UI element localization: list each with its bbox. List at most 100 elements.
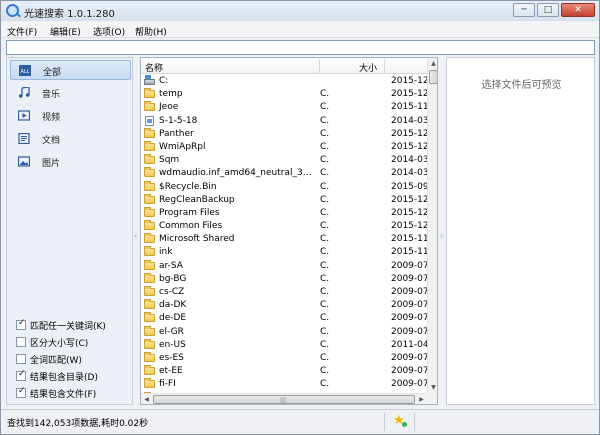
file-path: C.	[320, 300, 330, 311]
status-bar: 查找到142,053项数据,耗时0.02秒 ★	[1, 409, 599, 434]
file-date: 2015-11-...	[391, 102, 427, 113]
category-images[interactable]: 图片	[10, 152, 131, 172]
folder-icon	[144, 206, 155, 217]
table-row[interactable]: C: 2015-12-...	[141, 75, 427, 88]
scroll-left-arrow-icon[interactable]: ◀	[141, 394, 152, 404]
folder-icon	[144, 167, 155, 178]
file-name: bg-BG	[159, 273, 187, 284]
table-row[interactable]: Sqm C. 2014-03-...	[141, 154, 427, 167]
column-divider[interactable]	[384, 59, 385, 73]
file-icon	[145, 115, 154, 126]
table-row[interactable]: es-ES C. 2009-07-...	[141, 351, 427, 365]
checkbox[interactable]	[16, 369, 26, 381]
category-video[interactable]: 视频	[10, 106, 131, 126]
table-row[interactable]: el-GR C. 2009-07-...	[141, 325, 427, 339]
table-row[interactable]: S-1-5-18 C. 2014-03-...	[141, 115, 427, 128]
table-row[interactable]: da-DK C. 2009-07-...	[141, 299, 427, 312]
file-name: temp	[159, 89, 183, 100]
folder-icon	[144, 193, 155, 204]
file-name: Microsoft Shared	[159, 234, 235, 245]
option-label: 结果包含文件(F)	[30, 390, 97, 400]
close-button[interactable]: ✕	[561, 3, 595, 17]
horizontal-scroll-thumb[interactable]: |||	[153, 395, 415, 404]
table-row[interactable]: Panther C. 2015-12-...	[141, 127, 427, 141]
file-path: C.	[320, 102, 330, 113]
file-path: C.	[320, 221, 330, 232]
category-documents[interactable]: 文档	[10, 129, 131, 149]
table-row[interactable]: en-US C. 2011-04-...	[141, 338, 427, 352]
category-label: 全部	[43, 68, 62, 78]
folder-icon	[144, 351, 155, 362]
table-row[interactable]: ink C. 2015-11-...	[141, 246, 427, 259]
file-name: es-ES	[159, 352, 184, 363]
file-path: C.	[320, 339, 330, 350]
status-divider	[384, 413, 385, 431]
table-row[interactable]: cs-CZ C. 2009-07-...	[141, 286, 427, 299]
category-label: 音乐	[42, 90, 61, 100]
file-name: S-1-5-18	[159, 115, 198, 126]
category-label: 文档	[42, 136, 61, 146]
scroll-up-arrow-icon[interactable]: ▲	[428, 58, 437, 69]
minimize-button[interactable]: ─	[513, 3, 535, 17]
column-divider[interactable]	[319, 59, 320, 73]
file-path: C.	[320, 141, 330, 152]
table-row[interactable]: Program Files C. 2015-12-...	[141, 206, 427, 220]
option-label: 匹配任一关键词(K)	[30, 322, 106, 332]
checkbox[interactable]	[16, 354, 26, 364]
right-splitter-handle[interactable]: ›	[440, 231, 443, 240]
file-name: Jeoe	[159, 102, 179, 113]
file-name: RegCleanBackup	[159, 194, 235, 205]
list-header: 名称 大小	[141, 58, 427, 74]
maximize-button[interactable]: □	[537, 3, 559, 17]
column-header-size[interactable]: 大小	[359, 61, 377, 74]
folder-icon	[144, 365, 155, 376]
folder-icon	[144, 140, 155, 151]
table-row[interactable]: Microsoft Shared C. 2015-11-...	[141, 233, 427, 246]
table-row[interactable]: wdmaudio.inf_amd64_neutral_3386f4c... C. 2…	[141, 167, 427, 180]
scroll-right-arrow-icon[interactable]: ▶	[416, 394, 427, 404]
table-row[interactable]: RegCleanBackup C. 2015-12-...	[141, 193, 427, 207]
horizontal-scrollbar[interactable]: ◀ ||| ▶	[141, 393, 427, 404]
table-row[interactable]: temp C. 2015-12-...	[141, 88, 427, 101]
checkbox[interactable]	[16, 337, 26, 347]
file-path: C.	[320, 366, 330, 377]
table-row[interactable]: WmiApRpl C. 2015-12-...	[141, 140, 427, 154]
vertical-scrollbar[interactable]: ▲ ▼	[427, 58, 437, 397]
category-music[interactable]: 音乐	[10, 83, 131, 103]
file-name: wdmaudio.inf_amd64_neutral_3386f4c...	[159, 168, 314, 179]
menu-edit[interactable]: 编辑(E)	[50, 25, 81, 38]
menu-options[interactable]: 选项(O)	[93, 25, 125, 38]
menu-file[interactable]: 文件(F)	[7, 25, 37, 38]
table-row[interactable]: Jeoe C. 2015-11-...	[141, 101, 427, 114]
window-title: 光速搜索 1.0.1.280	[24, 9, 115, 20]
folder-icon	[144, 259, 155, 270]
table-row[interactable]: ar-SA C. 2009-07-...	[141, 259, 427, 273]
scrollbar-corner	[427, 393, 437, 404]
table-row[interactable]: Common Files C. 2015-12-...	[141, 220, 427, 233]
scroll-down-arrow-icon[interactable]: ▼	[428, 382, 437, 393]
file-date: 2014-03-...	[391, 155, 427, 166]
table-row[interactable]: $Recycle.Bin C. 2015-09-...	[141, 180, 427, 194]
file-date: 2009-07-...	[391, 273, 427, 284]
file-path: C.	[320, 194, 330, 205]
title-bar[interactable]: 光速搜索 1.0.1.280 ─ □ ✕	[1, 1, 599, 21]
column-header-name[interactable]: 名称	[145, 61, 163, 74]
star-icon[interactable]: ★	[393, 413, 407, 428]
checkbox[interactable]	[16, 318, 26, 330]
option-label: 结果包含目录(D)	[30, 373, 98, 383]
preview-pane: 选择文件后可预览	[446, 57, 595, 405]
category-all[interactable]: ALL 全部	[10, 60, 131, 80]
menu-help[interactable]: 帮助(H)	[135, 25, 167, 38]
table-row[interactable]: fi-FI C. 2009-07-...	[141, 378, 427, 391]
file-date: 2011-04-...	[391, 339, 427, 350]
file-path: C.	[320, 379, 330, 390]
checkbox[interactable]	[16, 386, 26, 398]
table-row[interactable]: bg-BG C. 2009-07-...	[141, 272, 427, 286]
file-path: C.	[320, 115, 330, 126]
left-splitter-handle[interactable]: ‹	[134, 231, 137, 240]
table-row[interactable]: et-EE C. 2009-07-...	[141, 365, 427, 378]
search-input[interactable]	[6, 40, 595, 55]
vertical-scroll-thumb[interactable]	[429, 70, 437, 84]
table-row[interactable]: de-DE C. 2009-07-...	[141, 312, 427, 325]
svg-text:ALL: ALL	[21, 69, 30, 75]
